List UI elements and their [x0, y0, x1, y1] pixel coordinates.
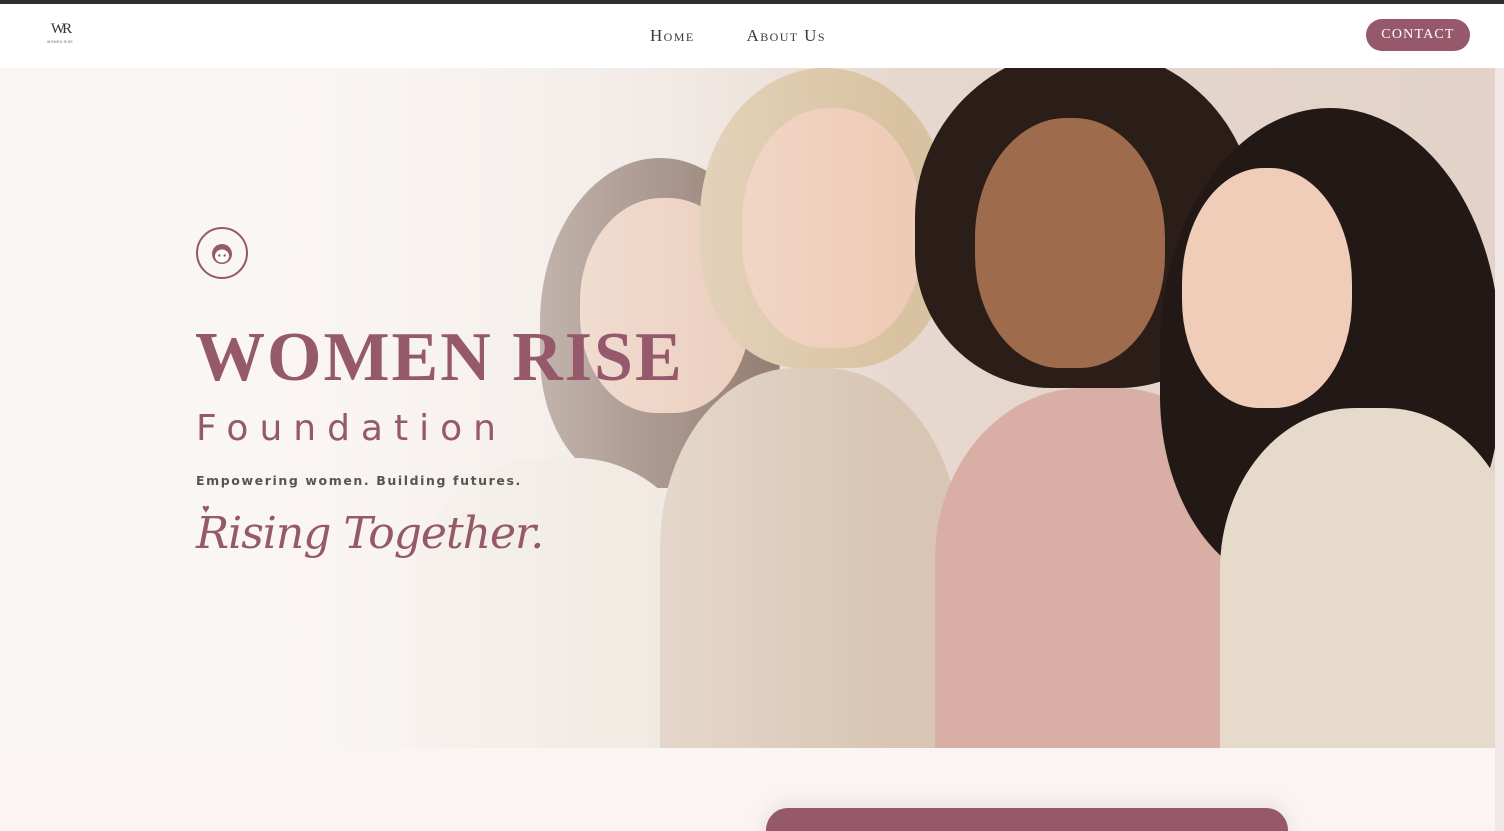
site-header: WR WOMEN RISE Home About Us CONTACT [0, 4, 1504, 68]
hero-tagline: Empowering women. Building futures. [196, 473, 522, 488]
content-card [766, 808, 1288, 831]
woman-face-icon [196, 227, 248, 279]
contact-button[interactable]: CONTACT [1366, 19, 1470, 51]
hero-title: WOMEN RISE [195, 319, 684, 396]
hero-script-text: Rising Together. [196, 508, 544, 559]
logo-mark: WR [50, 21, 72, 37]
hero-subtitle: Foundation [196, 408, 507, 449]
main-nav: Home About Us [650, 4, 826, 68]
nav-about-us[interactable]: About Us [747, 26, 826, 46]
logo-subtext: WOMEN RISE [47, 40, 73, 44]
brand-logo[interactable]: WR WOMEN RISE [46, 20, 74, 52]
page-edge-strip [1495, 68, 1504, 831]
hero-section: WOMEN RISE Foundation Empowering women. … [0, 68, 1495, 748]
nav-home[interactable]: Home [650, 26, 695, 46]
